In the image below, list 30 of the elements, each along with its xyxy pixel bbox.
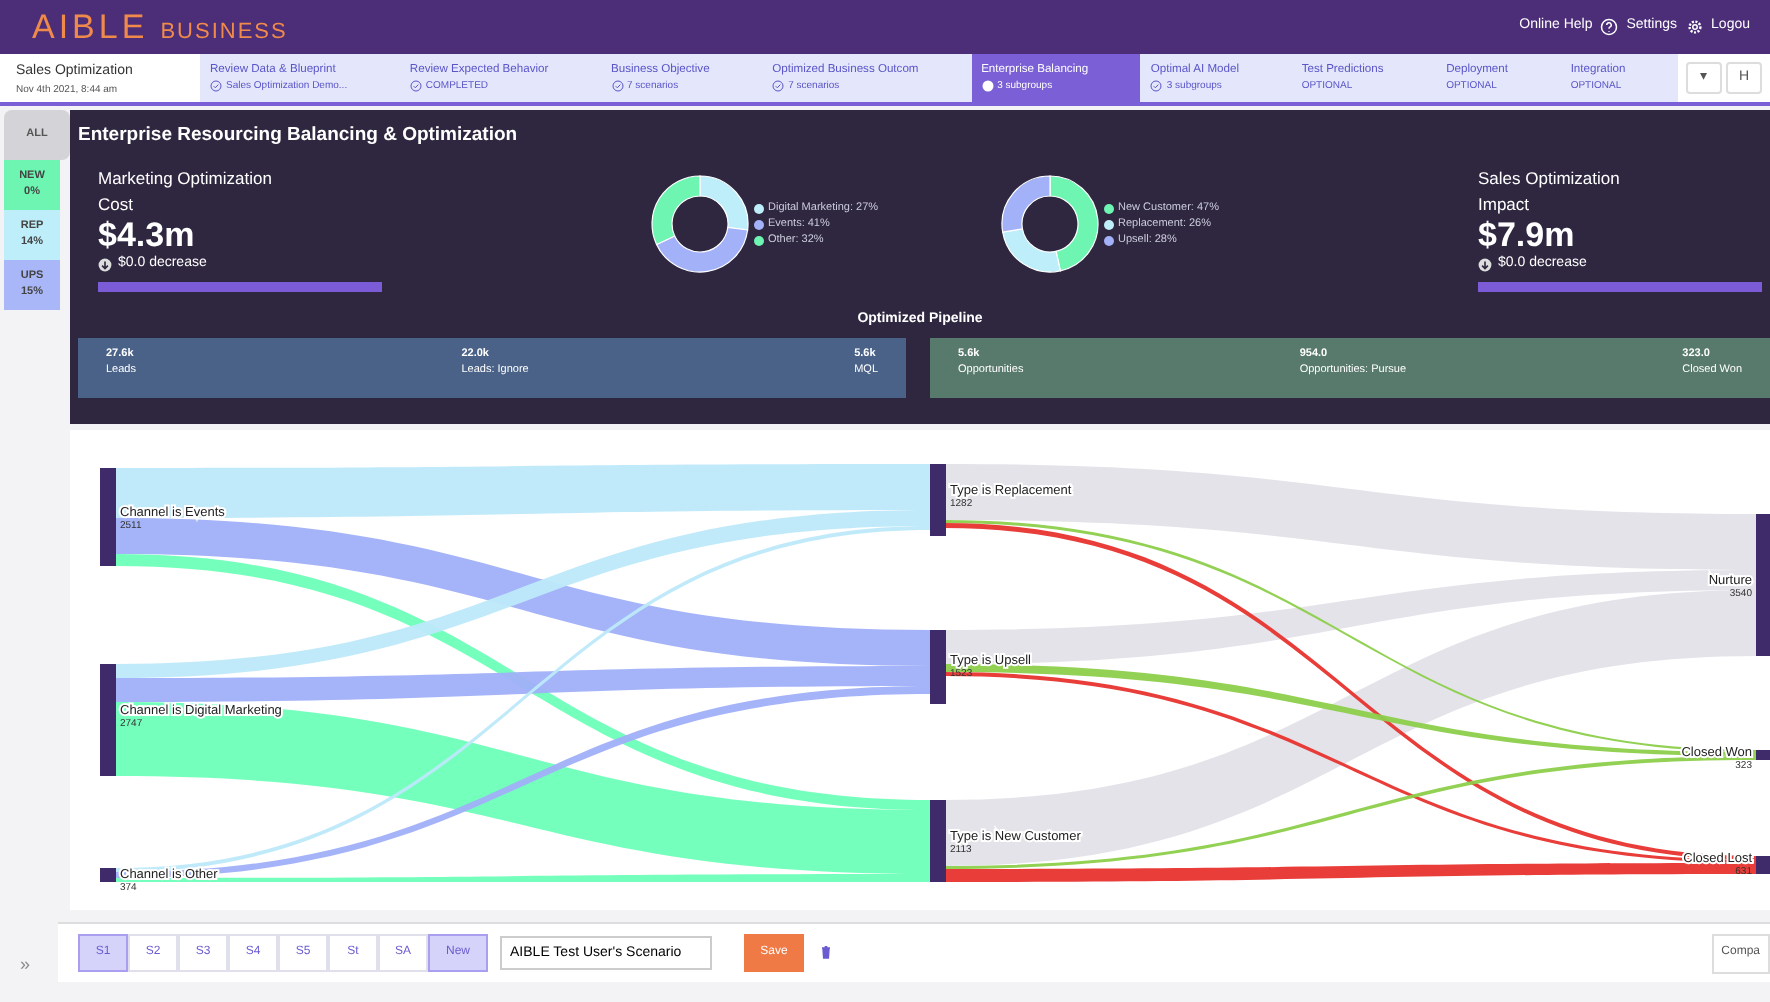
sankey-node	[930, 464, 946, 536]
check-circle-icon	[772, 80, 785, 93]
sankey-node	[1756, 750, 1770, 760]
sankey-node	[930, 800, 946, 882]
sankey-node	[100, 468, 116, 566]
check-circle-icon	[409, 80, 422, 93]
expand-button[interactable]: »	[20, 951, 31, 978]
metric-value: $4.3m	[98, 217, 197, 255]
trash-icon	[818, 944, 835, 961]
settings-icon[interactable]	[1685, 18, 1704, 36]
help-icon[interactable]	[1600, 18, 1619, 36]
arrow-down-icon	[1478, 258, 1492, 273]
metric-value: $7.9m	[1478, 217, 1577, 255]
check-circle-icon	[611, 80, 623, 93]
check-circle-icon	[1150, 80, 1163, 93]
metric-subtitle: Impact	[1478, 192, 1532, 218]
sankey-node	[1756, 514, 1770, 656]
check-circle-icon	[210, 80, 222, 93]
arrow-down-icon	[98, 258, 112, 273]
sankey-node	[930, 630, 946, 704]
panel-title: Enterprise Resourcing Balancing & Optimization	[76, 122, 520, 150]
logo-subtitle: BUSINESS	[160, 17, 288, 48]
sankey-node	[100, 868, 116, 882]
sankey-node	[100, 664, 116, 776]
sankey-node	[1756, 856, 1770, 874]
logo: AIBLE	[32, 5, 149, 50]
metric-title: Sales Optimization	[1478, 166, 1622, 192]
metric-subtitle: Cost	[98, 192, 135, 218]
metric-title: Marketing Optimization	[98, 166, 274, 192]
dot-icon	[981, 80, 994, 93]
